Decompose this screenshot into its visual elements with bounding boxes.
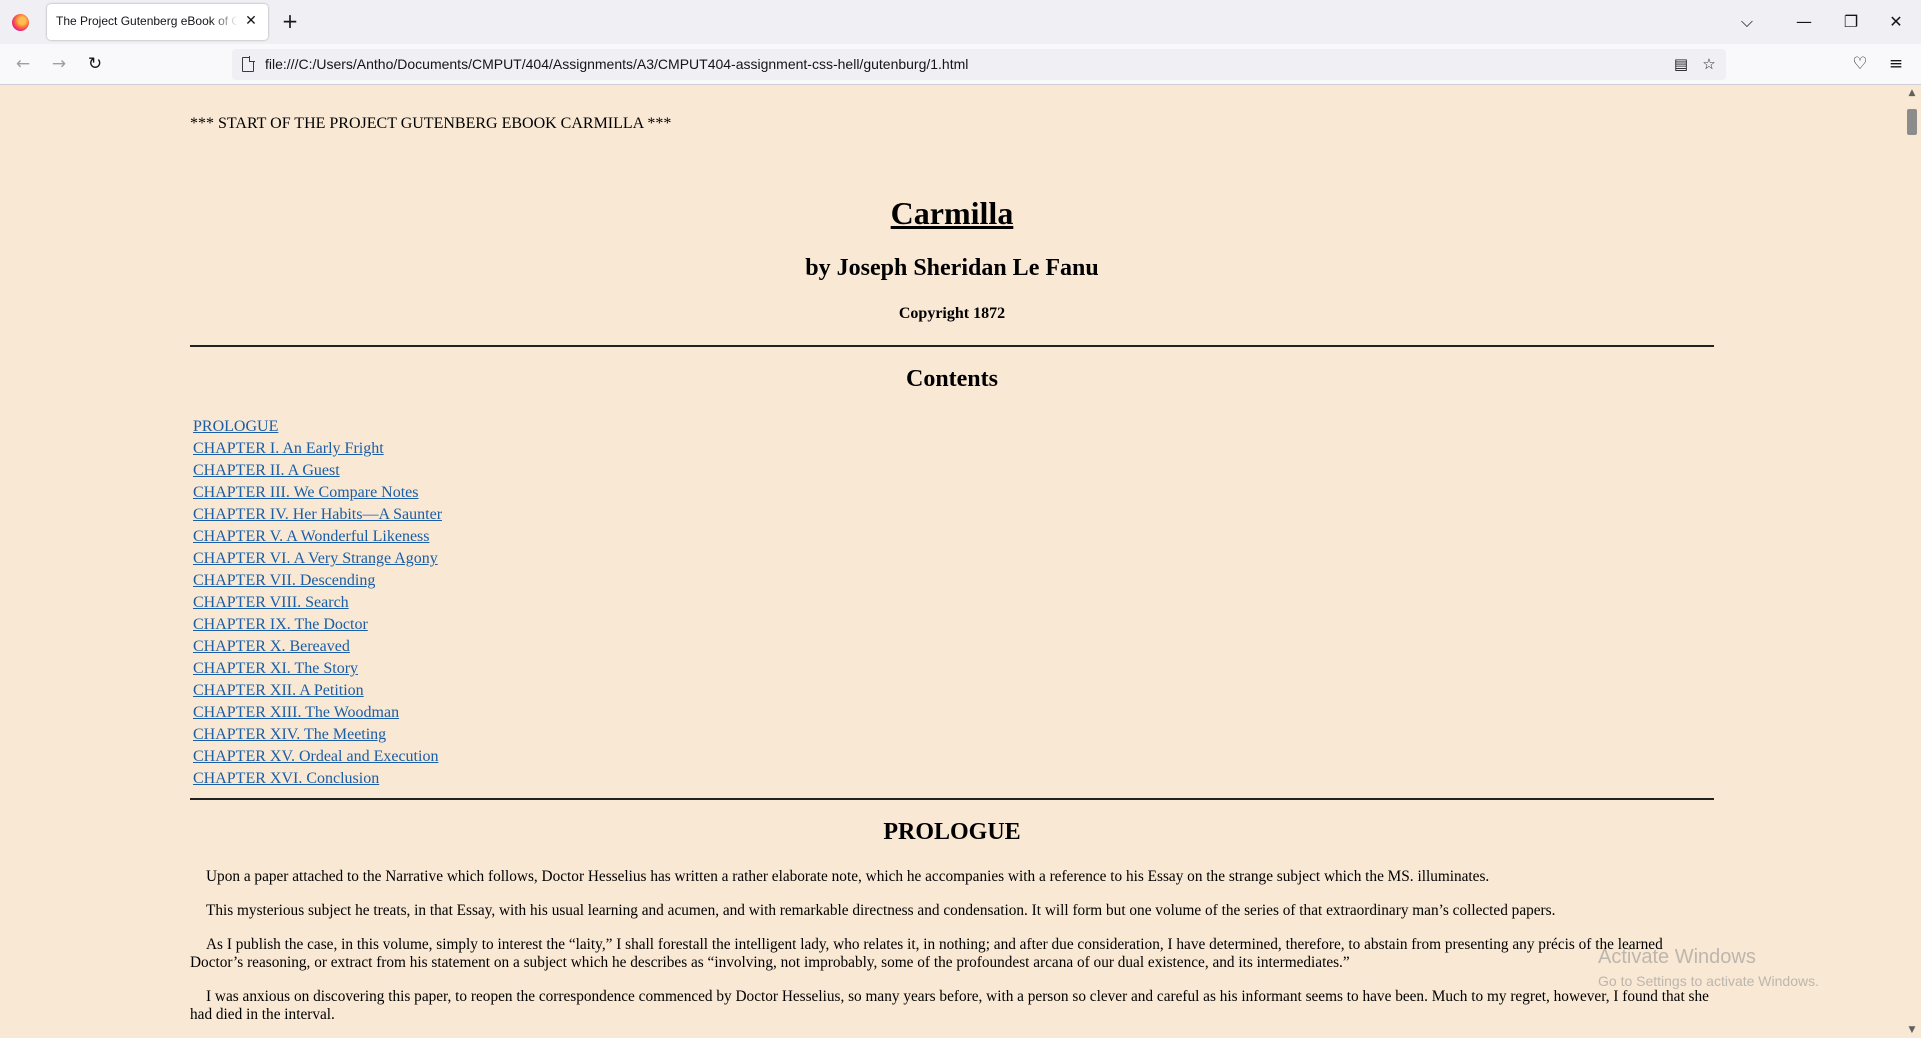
toc-link-chapter-10[interactable]: CHAPTER X. Bereaved: [193, 638, 350, 655]
watermark-subtitle: Go to Settings to activate Windows.: [1598, 973, 1819, 989]
toc-link-chapter-14[interactable]: CHAPTER XIV. The Meeting: [193, 726, 386, 743]
toc-item: CHAPTER VIII. Search: [193, 592, 442, 614]
bookmark-star-icon[interactable]: ☆: [1698, 53, 1720, 75]
toc-item: CHAPTER VI. A Very Strange Agony: [193, 548, 442, 570]
toc-item: CHAPTER VII. Descending: [193, 570, 442, 592]
toc-link-chapter-7[interactable]: CHAPTER VII. Descending: [193, 572, 375, 589]
toc-link-chapter-2[interactable]: CHAPTER II. A Guest: [193, 462, 340, 479]
page-icon: [242, 56, 255, 72]
toc-item: CHAPTER XI. The Story: [193, 658, 442, 680]
pocket-icon[interactable]: ♡: [1847, 51, 1873, 77]
url-text[interactable]: file:///C:/Users/Antho/Documents/CMPUT/4…: [265, 56, 968, 72]
close-icon[interactable]: ✕: [242, 12, 260, 30]
vertical-scrollbar[interactable]: ▲ ▼: [1903, 85, 1921, 1038]
scrollbar-thumb[interactable]: [1907, 109, 1917, 135]
firefox-logo-icon: [12, 14, 29, 31]
toc-link-chapter-8[interactable]: CHAPTER VIII. Search: [193, 594, 349, 611]
table-of-contents: PROLOGUE CHAPTER I. An Early Fright CHAP…: [193, 416, 442, 790]
scroll-down-arrow-icon[interactable]: ▼: [1903, 1022, 1921, 1038]
paragraph: Upon a paper attached to the Narrative w…: [206, 868, 1490, 885]
toc-item: CHAPTER XV. Ordeal and Execution: [193, 746, 442, 768]
back-arrow-icon[interactable]: ←: [10, 51, 36, 77]
gutenberg-start-line: *** START OF THE PROJECT GUTENBERG EBOOK…: [190, 115, 672, 132]
chevron-down-icon[interactable]: ⌵: [1732, 8, 1762, 36]
scroll-up-arrow-icon[interactable]: ▲: [1903, 85, 1921, 101]
toc-item: CHAPTER V. A Wonderful Likeness: [193, 526, 442, 548]
copyright-line: Copyright 1872: [898, 305, 1006, 322]
book-author: by Joseph Sheridan Le Fanu: [805, 255, 1099, 281]
page-viewport: *** START OF THE PROJECT GUTENBERG EBOOK…: [0, 85, 1903, 1038]
toc-item: CHAPTER I. An Early Fright: [193, 438, 442, 460]
windows-activation-watermark: Activate Windows Go to Settings to activ…: [1598, 946, 1819, 989]
toc-item: CHAPTER XIII. The Woodman: [193, 702, 442, 724]
toc-item: PROLOGUE: [193, 416, 442, 438]
watermark-title: Activate Windows: [1598, 946, 1756, 968]
toc-link-chapter-15[interactable]: CHAPTER XV. Ordeal and Execution: [193, 748, 438, 765]
toc-link-prologue[interactable]: PROLOGUE: [193, 418, 278, 435]
prologue-heading: PROLOGUE: [883, 819, 1021, 845]
divider: [190, 798, 1714, 800]
toc-link-chapter-5[interactable]: CHAPTER V. A Wonderful Likeness: [193, 528, 430, 545]
toc-link-chapter-13[interactable]: CHAPTER XIII. The Woodman: [193, 704, 399, 721]
paragraph: As I publish the case, in this volume, s…: [190, 936, 1663, 971]
toc-item: CHAPTER IX. The Doctor: [193, 614, 442, 636]
minimize-icon[interactable]: —: [1789, 8, 1819, 36]
reader-view-icon[interactable]: ▤: [1670, 53, 1692, 75]
toc-link-chapter-16[interactable]: CHAPTER XVI. Conclusion: [193, 770, 379, 787]
toc-item: CHAPTER XII. A Petition: [193, 680, 442, 702]
restore-icon[interactable]: ❐: [1836, 8, 1866, 36]
toc-item: CHAPTER II. A Guest: [193, 460, 442, 482]
toc-link-chapter-4[interactable]: CHAPTER IV. Her Habits—A Saunter: [193, 506, 442, 523]
toc-item: CHAPTER XVI. Conclusion: [193, 768, 442, 790]
address-bar[interactable]: file:///C:/Users/Antho/Documents/CMPUT/4…: [232, 49, 1726, 80]
toc-link-chapter-6[interactable]: CHAPTER VI. A Very Strange Agony: [193, 550, 438, 567]
toc-item: CHAPTER XIV. The Meeting: [193, 724, 442, 746]
toc-item: CHAPTER III. We Compare Notes: [193, 482, 442, 504]
contents-heading: Contents: [905, 366, 998, 392]
browser-tab-active[interactable]: The Project Gutenberg eBook of Carmilla,…: [47, 4, 268, 40]
toc-item: CHAPTER IV. Her Habits—A Saunter: [193, 504, 442, 526]
reload-icon[interactable]: ↻: [82, 51, 108, 77]
close-window-icon[interactable]: ✕: [1881, 8, 1911, 36]
toc-item: CHAPTER X. Bereaved: [193, 636, 442, 658]
toc-link-chapter-1[interactable]: CHAPTER I. An Early Fright: [193, 440, 384, 457]
divider: [190, 345, 1714, 347]
navigation-toolbar: ← → ↻ file:///C:/Users/Antho/Documents/C…: [0, 44, 1921, 85]
plus-icon[interactable]: +: [279, 10, 301, 32]
paragraph: This mysterious subject he treats, in th…: [206, 902, 1556, 919]
toc-link-chapter-3[interactable]: CHAPTER III. We Compare Notes: [193, 484, 419, 501]
book-title: Carmilla: [890, 195, 1014, 231]
toc-link-chapter-11[interactable]: CHAPTER XI. The Story: [193, 660, 358, 677]
tab-bar: The Project Gutenberg eBook of Carmilla,…: [0, 0, 1921, 44]
toc-link-chapter-9[interactable]: CHAPTER IX. The Doctor: [193, 616, 368, 633]
toc-link-chapter-12[interactable]: CHAPTER XII. A Petition: [193, 682, 364, 699]
forward-arrow-icon[interactable]: →: [46, 51, 72, 77]
tab-title: The Project Gutenberg eBook of Carmilla,…: [56, 14, 238, 28]
hamburger-menu-icon[interactable]: ≡: [1883, 51, 1909, 77]
paragraph: I was anxious on discovering this paper,…: [190, 988, 1709, 1023]
